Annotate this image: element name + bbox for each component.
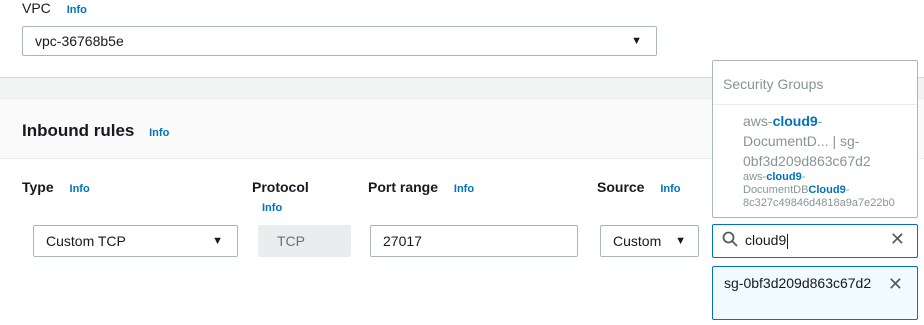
port-range-value: 27017 [383,233,422,249]
security-group-option[interactable]: aws-cloud9- DocumentD... | sg- 0bf3d209d… [743,111,917,210]
option-line-3: 0bf3d209d863c67d2 [743,153,871,169]
caret-down-icon: ▼ [675,235,686,247]
protocol-value: TCP [277,233,305,249]
option-line-1: aws-cloud9- [743,113,823,129]
type-column-label: Type [22,179,54,195]
type-info-link[interactable]: Info [70,183,90,195]
close-icon[interactable]: ✕ [888,275,903,293]
type-column-header: Type Info [22,179,90,195]
port-range-column-header: Port range Info [368,179,474,195]
port-range-info-link[interactable]: Info [454,183,474,195]
security-group-search-input[interactable]: cloud9 ✕ [712,224,918,258]
dropdown-group-header: Security Groups [713,61,917,105]
close-icon[interactable]: ✕ [890,230,905,248]
inbound-rules-title-text: Inbound rules [22,121,135,140]
option-line-2: DocumentD... | sg- [743,133,860,149]
vpc-select-value: vpc-36768b5e [35,33,124,49]
caret-down-icon: ▼ [212,235,223,247]
option-sub-1: aws-cloud9- [743,171,806,183]
protocol-column-header: Protocol [252,179,309,195]
vpc-label: VPC Info [22,0,87,16]
protocol-column-label: Protocol [252,179,309,195]
port-range-input[interactable]: 27017 [370,225,578,257]
protocol-info-link[interactable]: Info [262,202,282,214]
option-sub-3: 8c327c49846d4818a9a7e22b0 [743,197,895,209]
vpc-info-link[interactable]: Info [67,4,87,16]
option-sub-2: DocumentDBCloud9- [743,184,850,196]
token-label: sg-0bf3d209d863c67d2 [724,275,872,291]
text-cursor [787,233,789,249]
search-icon [722,231,738,247]
vpc-select[interactable]: vpc-36768b5e ▼ [22,26,657,56]
caret-down-icon: ▼ [631,35,642,47]
type-select[interactable]: Custom TCP ▼ [33,225,238,257]
protocol-field: TCP [258,225,351,257]
vpc-label-text: VPC [22,0,51,16]
type-select-value: Custom TCP [46,233,126,249]
inbound-rules-info-link[interactable]: Info [149,127,169,139]
source-select-value: Custom [613,233,662,249]
inbound-rules-title: Inbound rules Info [22,121,169,141]
security-groups-dropdown: Security Groups aws-cloud9- DocumentD...… [712,60,918,218]
source-column-header: Source Info [597,179,681,195]
selected-security-group-token: sg-0bf3d209d863c67d2 ✕ [712,266,918,320]
source-column-label: Source [597,179,645,195]
search-value: cloud9 [745,232,787,248]
source-info-link[interactable]: Info [660,183,680,195]
port-range-column-label: Port range [368,179,439,195]
source-select[interactable]: Custom ▼ [600,225,699,257]
